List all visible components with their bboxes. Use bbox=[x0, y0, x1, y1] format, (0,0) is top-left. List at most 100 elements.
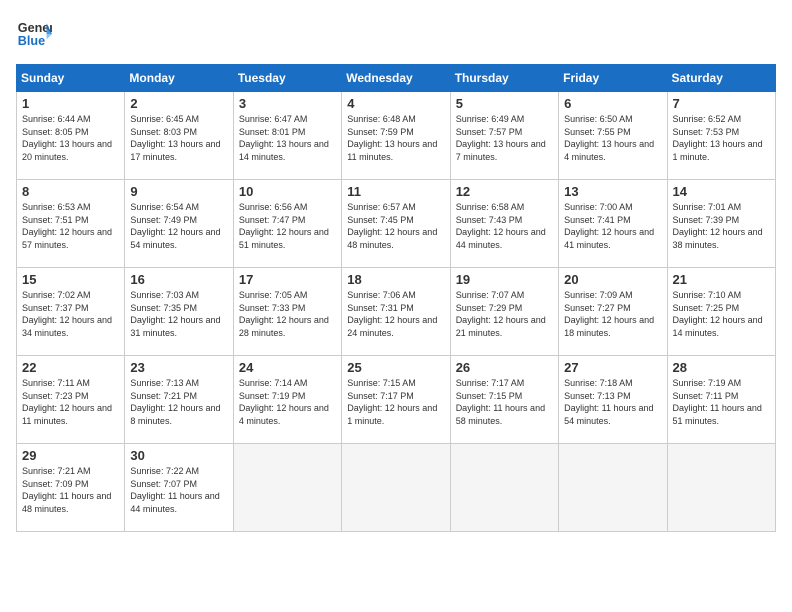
day-cell: 4 Sunrise: 6:48 AM Sunset: 7:59 PM Dayli… bbox=[342, 92, 450, 180]
day-cell: 2 Sunrise: 6:45 AM Sunset: 8:03 PM Dayli… bbox=[125, 92, 233, 180]
day-info: Sunrise: 7:17 AM Sunset: 7:15 PM Dayligh… bbox=[456, 377, 553, 427]
day-info: Sunrise: 6:58 AM Sunset: 7:43 PM Dayligh… bbox=[456, 201, 553, 251]
day-cell: 14 Sunrise: 7:01 AM Sunset: 7:39 PM Dayl… bbox=[667, 180, 775, 268]
day-cell: 24 Sunrise: 7:14 AM Sunset: 7:19 PM Dayl… bbox=[233, 356, 341, 444]
svg-text:Blue: Blue bbox=[18, 34, 45, 48]
header-monday: Monday bbox=[125, 65, 233, 92]
day-info: Sunrise: 7:11 AM Sunset: 7:23 PM Dayligh… bbox=[22, 377, 119, 427]
day-info: Sunrise: 6:54 AM Sunset: 7:49 PM Dayligh… bbox=[130, 201, 227, 251]
day-info: Sunrise: 7:06 AM Sunset: 7:31 PM Dayligh… bbox=[347, 289, 444, 339]
day-cell: 16 Sunrise: 7:03 AM Sunset: 7:35 PM Dayl… bbox=[125, 268, 233, 356]
week-row-0: 1 Sunrise: 6:44 AM Sunset: 8:05 PM Dayli… bbox=[17, 92, 776, 180]
day-number: 2 bbox=[130, 96, 227, 111]
header-tuesday: Tuesday bbox=[233, 65, 341, 92]
week-row-4: 29 Sunrise: 7:21 AM Sunset: 7:09 PM Dayl… bbox=[17, 444, 776, 532]
day-number: 19 bbox=[456, 272, 553, 287]
day-info: Sunrise: 6:57 AM Sunset: 7:45 PM Dayligh… bbox=[347, 201, 444, 251]
header-sunday: Sunday bbox=[17, 65, 125, 92]
day-number: 13 bbox=[564, 184, 661, 199]
day-info: Sunrise: 7:19 AM Sunset: 7:11 PM Dayligh… bbox=[673, 377, 770, 427]
day-cell: 3 Sunrise: 6:47 AM Sunset: 8:01 PM Dayli… bbox=[233, 92, 341, 180]
day-number: 23 bbox=[130, 360, 227, 375]
day-cell: 22 Sunrise: 7:11 AM Sunset: 7:23 PM Dayl… bbox=[17, 356, 125, 444]
day-number: 12 bbox=[456, 184, 553, 199]
day-number: 17 bbox=[239, 272, 336, 287]
day-info: Sunrise: 6:48 AM Sunset: 7:59 PM Dayligh… bbox=[347, 113, 444, 163]
day-cell bbox=[667, 444, 775, 532]
day-number: 14 bbox=[673, 184, 770, 199]
day-cell: 15 Sunrise: 7:02 AM Sunset: 7:37 PM Dayl… bbox=[17, 268, 125, 356]
day-info: Sunrise: 7:00 AM Sunset: 7:41 PM Dayligh… bbox=[564, 201, 661, 251]
page-header: General Blue bbox=[16, 16, 776, 52]
day-cell: 29 Sunrise: 7:21 AM Sunset: 7:09 PM Dayl… bbox=[17, 444, 125, 532]
day-info: Sunrise: 7:15 AM Sunset: 7:17 PM Dayligh… bbox=[347, 377, 444, 427]
day-number: 15 bbox=[22, 272, 119, 287]
day-cell: 19 Sunrise: 7:07 AM Sunset: 7:29 PM Dayl… bbox=[450, 268, 558, 356]
day-number: 24 bbox=[239, 360, 336, 375]
day-number: 4 bbox=[347, 96, 444, 111]
day-number: 22 bbox=[22, 360, 119, 375]
day-info: Sunrise: 6:52 AM Sunset: 7:53 PM Dayligh… bbox=[673, 113, 770, 163]
day-number: 1 bbox=[22, 96, 119, 111]
day-number: 11 bbox=[347, 184, 444, 199]
day-number: 8 bbox=[22, 184, 119, 199]
day-cell: 1 Sunrise: 6:44 AM Sunset: 8:05 PM Dayli… bbox=[17, 92, 125, 180]
day-info: Sunrise: 7:21 AM Sunset: 7:09 PM Dayligh… bbox=[22, 465, 119, 515]
day-number: 9 bbox=[130, 184, 227, 199]
day-cell: 6 Sunrise: 6:50 AM Sunset: 7:55 PM Dayli… bbox=[559, 92, 667, 180]
day-cell: 21 Sunrise: 7:10 AM Sunset: 7:25 PM Dayl… bbox=[667, 268, 775, 356]
day-number: 18 bbox=[347, 272, 444, 287]
header-row: SundayMondayTuesdayWednesdayThursdayFrid… bbox=[17, 65, 776, 92]
day-info: Sunrise: 6:53 AM Sunset: 7:51 PM Dayligh… bbox=[22, 201, 119, 251]
day-cell: 11 Sunrise: 6:57 AM Sunset: 7:45 PM Dayl… bbox=[342, 180, 450, 268]
day-cell: 17 Sunrise: 7:05 AM Sunset: 7:33 PM Dayl… bbox=[233, 268, 341, 356]
day-number: 20 bbox=[564, 272, 661, 287]
day-info: Sunrise: 7:09 AM Sunset: 7:27 PM Dayligh… bbox=[564, 289, 661, 339]
day-number: 26 bbox=[456, 360, 553, 375]
day-cell: 8 Sunrise: 6:53 AM Sunset: 7:51 PM Dayli… bbox=[17, 180, 125, 268]
calendar-table: SundayMondayTuesdayWednesdayThursdayFrid… bbox=[16, 64, 776, 532]
day-number: 3 bbox=[239, 96, 336, 111]
day-number: 27 bbox=[564, 360, 661, 375]
day-cell: 18 Sunrise: 7:06 AM Sunset: 7:31 PM Dayl… bbox=[342, 268, 450, 356]
week-row-1: 8 Sunrise: 6:53 AM Sunset: 7:51 PM Dayli… bbox=[17, 180, 776, 268]
day-cell bbox=[559, 444, 667, 532]
day-number: 6 bbox=[564, 96, 661, 111]
day-info: Sunrise: 6:47 AM Sunset: 8:01 PM Dayligh… bbox=[239, 113, 336, 163]
day-info: Sunrise: 6:50 AM Sunset: 7:55 PM Dayligh… bbox=[564, 113, 661, 163]
day-number: 25 bbox=[347, 360, 444, 375]
header-friday: Friday bbox=[559, 65, 667, 92]
day-cell: 13 Sunrise: 7:00 AM Sunset: 7:41 PM Dayl… bbox=[559, 180, 667, 268]
day-number: 29 bbox=[22, 448, 119, 463]
day-info: Sunrise: 6:49 AM Sunset: 7:57 PM Dayligh… bbox=[456, 113, 553, 163]
day-number: 5 bbox=[456, 96, 553, 111]
day-cell: 10 Sunrise: 6:56 AM Sunset: 7:47 PM Dayl… bbox=[233, 180, 341, 268]
day-number: 10 bbox=[239, 184, 336, 199]
day-info: Sunrise: 6:45 AM Sunset: 8:03 PM Dayligh… bbox=[130, 113, 227, 163]
day-cell bbox=[342, 444, 450, 532]
day-info: Sunrise: 7:14 AM Sunset: 7:19 PM Dayligh… bbox=[239, 377, 336, 427]
day-number: 30 bbox=[130, 448, 227, 463]
week-row-2: 15 Sunrise: 7:02 AM Sunset: 7:37 PM Dayl… bbox=[17, 268, 776, 356]
day-cell bbox=[233, 444, 341, 532]
day-number: 28 bbox=[673, 360, 770, 375]
week-row-3: 22 Sunrise: 7:11 AM Sunset: 7:23 PM Dayl… bbox=[17, 356, 776, 444]
day-cell: 7 Sunrise: 6:52 AM Sunset: 7:53 PM Dayli… bbox=[667, 92, 775, 180]
day-cell: 20 Sunrise: 7:09 AM Sunset: 7:27 PM Dayl… bbox=[559, 268, 667, 356]
day-cell: 28 Sunrise: 7:19 AM Sunset: 7:11 PM Dayl… bbox=[667, 356, 775, 444]
day-info: Sunrise: 7:22 AM Sunset: 7:07 PM Dayligh… bbox=[130, 465, 227, 515]
day-info: Sunrise: 7:05 AM Sunset: 7:33 PM Dayligh… bbox=[239, 289, 336, 339]
day-cell: 5 Sunrise: 6:49 AM Sunset: 7:57 PM Dayli… bbox=[450, 92, 558, 180]
day-info: Sunrise: 7:03 AM Sunset: 7:35 PM Dayligh… bbox=[130, 289, 227, 339]
day-info: Sunrise: 7:02 AM Sunset: 7:37 PM Dayligh… bbox=[22, 289, 119, 339]
day-cell: 30 Sunrise: 7:22 AM Sunset: 7:07 PM Dayl… bbox=[125, 444, 233, 532]
day-cell bbox=[450, 444, 558, 532]
logo: General Blue bbox=[16, 16, 52, 52]
day-info: Sunrise: 7:10 AM Sunset: 7:25 PM Dayligh… bbox=[673, 289, 770, 339]
day-info: Sunrise: 7:01 AM Sunset: 7:39 PM Dayligh… bbox=[673, 201, 770, 251]
day-cell: 26 Sunrise: 7:17 AM Sunset: 7:15 PM Dayl… bbox=[450, 356, 558, 444]
day-number: 16 bbox=[130, 272, 227, 287]
day-cell: 23 Sunrise: 7:13 AM Sunset: 7:21 PM Dayl… bbox=[125, 356, 233, 444]
header-wednesday: Wednesday bbox=[342, 65, 450, 92]
day-info: Sunrise: 7:18 AM Sunset: 7:13 PM Dayligh… bbox=[564, 377, 661, 427]
